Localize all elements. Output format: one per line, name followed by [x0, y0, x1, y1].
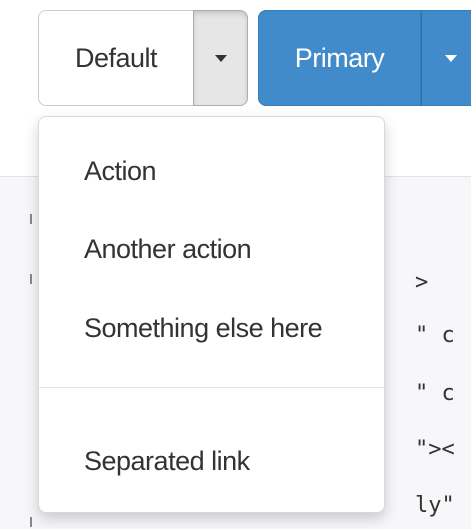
primary-dropdown-toggle[interactable] [421, 10, 471, 106]
code-line: " c [415, 323, 455, 348]
default-button-label: Default [74, 42, 158, 73]
default-dropdown-toggle[interactable] [193, 10, 248, 106]
primary-split-button-group: Primary [258, 10, 471, 106]
menu-item-label: Another action [84, 233, 252, 264]
gutter-mark [30, 517, 32, 527]
dropdown-menu: Action Another action Something else her… [38, 116, 385, 513]
caret-down-icon [214, 54, 227, 62]
default-button[interactable]: Default [38, 10, 193, 106]
menu-item-action[interactable]: Action [39, 143, 384, 199]
gutter-mark [30, 274, 32, 284]
caret-down-icon [445, 54, 457, 62]
code-line: ">< [415, 437, 455, 462]
primary-button[interactable]: Primary [258, 10, 421, 106]
code-line: ly" [415, 493, 455, 518]
menu-item-label: Separated link [84, 445, 250, 476]
primary-button-label: Primary [294, 42, 385, 73]
gutter-mark [30, 214, 32, 224]
menu-item-label: Something else here [84, 312, 323, 343]
menu-item-something-else[interactable]: Something else here [39, 300, 384, 356]
menu-item-separated-link[interactable]: Separated link [39, 433, 384, 489]
menu-item-label: Action [84, 155, 157, 186]
code-line: > [415, 270, 429, 295]
code-line: " c [415, 381, 455, 406]
stage: > " c " c ">< ly" Default Primary Action… [0, 0, 471, 529]
default-split-button-group: Default [38, 10, 248, 106]
menu-item-another-action[interactable]: Another action [39, 221, 384, 277]
menu-divider [39, 387, 384, 388]
